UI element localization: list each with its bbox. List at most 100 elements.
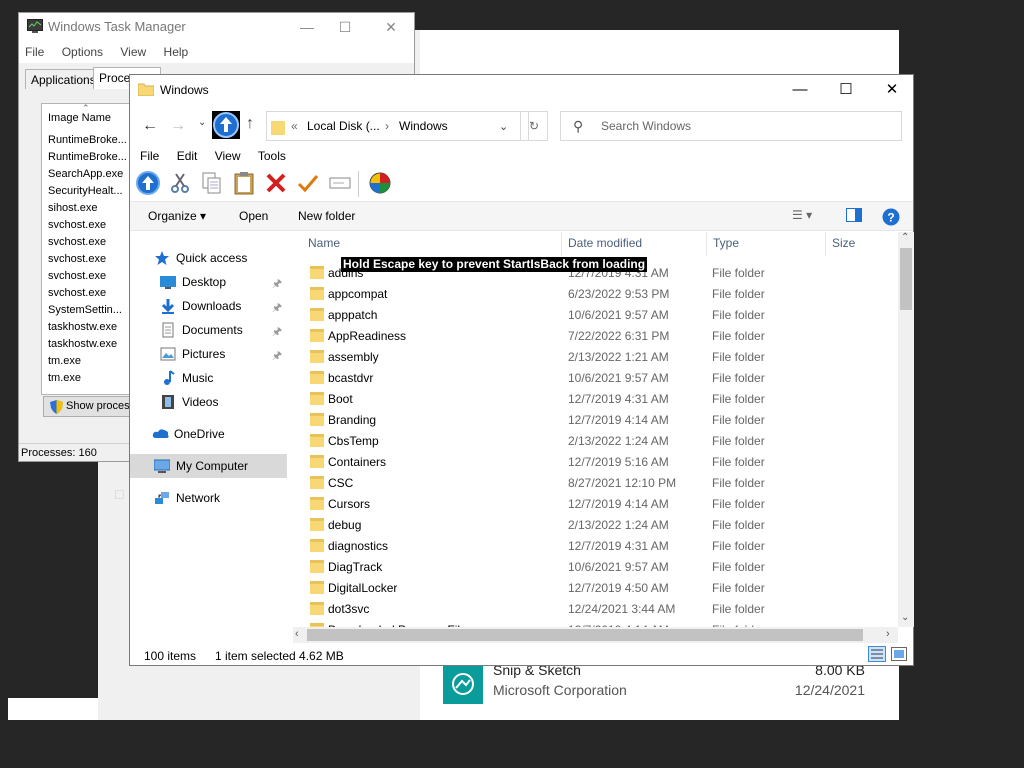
file-row[interactable]: DiagTrack 10/6/2021 9:57 AM File folder — [300, 556, 898, 577]
scroll-thumb[interactable] — [900, 248, 912, 310]
nav-my-computer[interactable]: My Computer — [130, 454, 287, 478]
minimize-icon[interactable]: — — [777, 75, 823, 105]
menu-edit[interactable]: Edit — [177, 149, 198, 163]
process-row[interactable]: svchost.exe — [48, 236, 106, 248]
scroll-right-icon[interactable]: › — [886, 628, 890, 640]
menu-file[interactable]: File — [25, 41, 44, 63]
process-row[interactable]: tm.exe — [48, 372, 81, 384]
file-row[interactable]: appcompat 6/23/2022 9:53 PM File folder — [300, 283, 898, 304]
scroll-up-icon[interactable]: ⌃ — [901, 232, 909, 243]
column-image-name[interactable]: Image Name — [48, 112, 111, 124]
back-arrow-icon[interactable]: ← — [142, 117, 158, 135]
refresh-button[interactable]: ↻ — [520, 111, 548, 141]
breadcrumb-local-disk[interactable]: Local Disk (... — [307, 119, 380, 133]
nav-pictures[interactable]: Pictures 🖈 — [160, 342, 285, 366]
process-row[interactable]: svchost.exe — [48, 253, 106, 265]
tab-applications[interactable]: Applications — [25, 69, 102, 89]
paste-icon[interactable] — [232, 171, 258, 197]
breadcrumb-windows[interactable]: Windows — [399, 119, 448, 133]
menu-view[interactable]: View — [120, 41, 146, 63]
view-options-icon[interactable]: ☰ ▾ — [792, 208, 812, 222]
close-icon[interactable]: ✕ — [371, 16, 411, 38]
nav-quick-access[interactable]: Quick access — [154, 246, 284, 270]
search-input[interactable]: ⚲ Search Windows — [560, 111, 902, 141]
menu-help[interactable]: Help — [164, 41, 189, 63]
file-row[interactable]: Cursors 12/7/2019 4:14 AM File folder — [300, 493, 898, 514]
scroll-down-icon[interactable]: ⌄ — [901, 612, 909, 623]
up-arrow-icon[interactable]: ↑ — [246, 115, 254, 133]
address-bar[interactable]: « Local Disk (... › Windows ⌄ — [266, 111, 529, 141]
delete-icon[interactable] — [264, 171, 290, 197]
up-circle-icon[interactable] — [212, 111, 240, 142]
nav-downloads[interactable]: Downloads 🖈 — [160, 294, 285, 318]
process-row[interactable]: taskhostw.exe — [48, 338, 117, 350]
file-row[interactable]: CSC 8/27/2021 12:10 PM File folder — [300, 472, 898, 493]
rename-icon[interactable] — [328, 171, 354, 197]
nav-desktop[interactable]: Desktop 🖈 — [160, 270, 285, 294]
menu-options[interactable]: Options — [62, 41, 103, 63]
color-wheel-icon[interactable] — [368, 171, 394, 197]
file-row[interactable]: Boot 12/7/2019 4:31 AM File folder — [300, 388, 898, 409]
pin-icon[interactable]: 🖈 — [272, 347, 282, 366]
minimize-icon[interactable]: — — [287, 16, 327, 38]
process-row[interactable]: svchost.exe — [48, 219, 106, 231]
copy-icon[interactable] — [200, 171, 226, 197]
process-row[interactable]: SecurityHealt... — [48, 185, 123, 197]
file-row[interactable]: CbsTemp 2/13/2022 1:24 AM File folder — [300, 430, 898, 451]
help-icon[interactable]: ? — [882, 208, 900, 229]
explorer-titlebar[interactable]: Windows — ☐ ✕ — [130, 75, 913, 105]
properties-check-icon[interactable] — [296, 171, 322, 197]
column-date-modified[interactable]: Date modified — [562, 232, 705, 256]
preview-pane-icon[interactable] — [846, 208, 862, 225]
file-row[interactable]: Downloaded Program Files12/7/2019 4:14 A… — [300, 619, 898, 627]
recent-locations-icon[interactable]: ⌄ — [198, 117, 206, 128]
process-row[interactable]: svchost.exe — [48, 287, 106, 299]
file-row[interactable]: DigitalLocker 12/7/2019 4:50 AM File folde… — [300, 577, 898, 598]
file-row[interactable]: dot3svc 12/24/2021 3:44 AM File folder — [300, 598, 898, 619]
menu-file[interactable]: File — [140, 149, 159, 163]
vertical-scrollbar[interactable]: ⌃ ⌄ — [898, 232, 914, 627]
process-row[interactable]: RuntimeBroke... — [48, 151, 127, 163]
pin-icon[interactable]: 🖈 — [272, 275, 282, 294]
file-row[interactable]: Containers 12/7/2019 5:16 AM File folder — [300, 451, 898, 472]
column-type[interactable]: Type — [707, 232, 825, 256]
nav-music[interactable]: Music — [160, 366, 285, 390]
nav-documents[interactable]: Documents 🖈 — [160, 318, 285, 342]
horizontal-scrollbar[interactable]: ‹ › — [293, 627, 898, 643]
scroll-thumb[interactable] — [307, 629, 863, 641]
scroll-left-icon[interactable]: ‹ — [295, 628, 299, 640]
file-row[interactable]: Branding 12/7/2019 4:14 AM File folder — [300, 409, 898, 430]
nav-onedrive[interactable]: OneDrive — [152, 422, 285, 446]
up-folder-icon[interactable] — [136, 171, 162, 197]
forward-arrow-icon[interactable]: → — [170, 117, 186, 135]
file-row[interactable]: assembly 2/13/2022 1:21 AM File folder — [300, 346, 898, 367]
maximize-icon[interactable]: ☐ — [823, 75, 869, 105]
file-row[interactable]: diagnostics 12/7/2019 4:31 AM File folder — [300, 535, 898, 556]
new-folder-button[interactable]: New folder — [298, 209, 355, 223]
nav-network[interactable]: Network — [154, 486, 285, 510]
file-row[interactable]: debug 2/13/2022 1:24 AM File folder — [300, 514, 898, 535]
process-row[interactable]: sihost.exe — [48, 202, 98, 214]
process-row[interactable]: tm.exe — [48, 355, 81, 367]
open-button[interactable]: Open — [239, 209, 268, 223]
process-row[interactable]: svchost.exe — [48, 270, 106, 282]
process-row[interactable]: SearchApp.exe — [48, 168, 123, 180]
column-name[interactable]: Name — [300, 232, 560, 256]
process-row[interactable]: RuntimeBroke... — [48, 134, 127, 146]
large-icons-view-icon[interactable] — [891, 647, 907, 664]
chevron-down-icon[interactable]: ⌄ — [499, 120, 508, 133]
menu-view[interactable]: View — [215, 149, 241, 163]
column-size[interactable]: Size — [826, 232, 898, 256]
process-row[interactable]: SystemSettin... — [48, 304, 122, 316]
file-row[interactable]: bcastdvr 10/6/2021 9:57 AM File folder — [300, 367, 898, 388]
close-icon[interactable]: ✕ — [869, 75, 915, 105]
pin-icon[interactable]: 🖈 — [272, 323, 282, 342]
file-row[interactable]: AppReadiness 7/22/2022 6:31 PM File folder — [300, 325, 898, 346]
menu-tools[interactable]: Tools — [258, 149, 286, 163]
maximize-icon[interactable]: ☐ — [325, 16, 365, 38]
app-list-item[interactable]: Snip & Sketch Microsoft Corporation 8.00… — [443, 660, 873, 710]
breadcrumb-overflow[interactable]: « — [291, 119, 298, 133]
cut-icon[interactable] — [168, 171, 194, 197]
organize-button[interactable]: Organize ▾ — [148, 209, 206, 223]
nav-videos[interactable]: Videos — [160, 390, 285, 414]
